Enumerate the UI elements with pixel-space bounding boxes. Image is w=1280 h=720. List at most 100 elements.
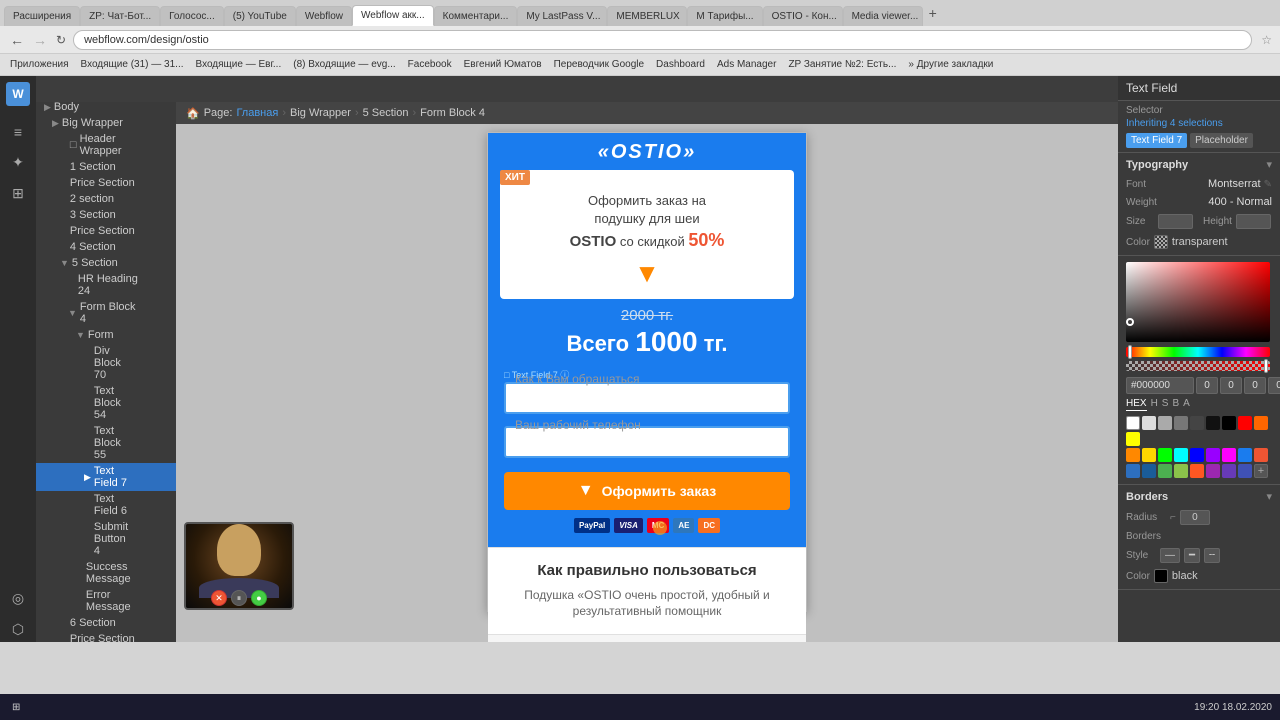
left-icon[interactable]: ✦ (8, 150, 28, 175)
selector-tab-placeholder[interactable]: Placeholder (1190, 133, 1253, 148)
alpha-handle[interactable] (1264, 359, 1268, 373)
border-style-none[interactable]: — (1160, 548, 1180, 563)
swatch[interactable] (1126, 464, 1140, 478)
swatch[interactable] (1142, 448, 1156, 462)
rgba-b[interactable] (1244, 377, 1266, 394)
bookmark[interactable]: Евгений Юматов (460, 59, 546, 70)
browser-tab-active[interactable]: Webflow акк... (352, 5, 434, 26)
swatch[interactable] (1238, 448, 1252, 462)
swatch[interactable] (1254, 448, 1268, 462)
height-input[interactable] (1236, 214, 1271, 229)
swatch[interactable] (1174, 464, 1188, 478)
browser-tab[interactable]: Webflow (296, 6, 352, 26)
webcam-pause-btn[interactable]: ⏸ (231, 590, 247, 606)
nav-item[interactable]: ▶ 4 Section (36, 239, 176, 255)
color-picker-handle[interactable] (1126, 318, 1134, 326)
rgba-r[interactable] (1196, 377, 1218, 394)
font-edit-icon[interactable]: ✎ (1264, 179, 1272, 190)
mode-s[interactable]: S (1162, 398, 1169, 411)
radius-input[interactable] (1180, 510, 1210, 525)
left-icon[interactable]: ≡ (10, 120, 26, 144)
mode-h[interactable]: H (1151, 398, 1158, 411)
nav-item-textfield7[interactable]: ▶ Text Field 7 (36, 463, 176, 491)
bookmark[interactable]: » Другие закладки (904, 59, 997, 70)
bookmark[interactable]: (8) Входящие — evg... (289, 59, 399, 70)
left-icon[interactable]: ◎ (8, 586, 28, 611)
rgba-a[interactable] (1268, 377, 1280, 394)
left-icon[interactable]: ⊞ (8, 181, 28, 206)
bookmark[interactable]: Входящие — Евг... (192, 59, 286, 70)
browser-tab[interactable]: Голосос... (160, 6, 224, 26)
nav-item[interactable]: ▶ Price Section (36, 175, 176, 191)
typography-header[interactable]: Typography ▾ (1118, 153, 1280, 176)
bookmark[interactable]: Входящие (31) — 31... (77, 59, 188, 70)
nav-item[interactable]: ▶ Text Block 54 (36, 383, 176, 423)
refresh-btn[interactable]: ↻ (54, 33, 68, 47)
bookmark[interactable]: Приложения (6, 59, 73, 70)
browser-tab[interactable]: MEMBERLUX (607, 6, 687, 26)
submit-button[interactable]: ▼ Оформить заказ (504, 472, 790, 510)
color-swatch-preview[interactable] (1154, 235, 1168, 249)
nav-item[interactable]: ▶ HR Heading 24 (36, 271, 176, 299)
swatch[interactable] (1190, 448, 1204, 462)
webcam-close-btn[interactable]: ✕ (211, 590, 227, 606)
back-btn[interactable]: ← (8, 32, 26, 48)
forward-btn[interactable]: → (31, 32, 49, 48)
browser-tab[interactable]: OSTIO - Кон... (763, 6, 843, 26)
swatch[interactable] (1126, 432, 1140, 446)
swatch[interactable] (1174, 416, 1188, 430)
nav-item[interactable]: ▶ Text Field 6 (36, 491, 176, 519)
border-style-dash[interactable]: ╌ (1204, 548, 1220, 563)
swatch[interactable] (1222, 416, 1236, 430)
nav-item[interactable]: ▶ Submit Button 4 (36, 519, 176, 559)
nav-item[interactable]: ▶ Body (36, 99, 176, 115)
swatch[interactable] (1142, 464, 1156, 478)
device-desktop-icon[interactable]: ⬛ (184, 81, 205, 97)
weight-value[interactable]: 400 - Normal (1208, 196, 1272, 208)
swatch[interactable] (1190, 416, 1204, 430)
nav-item[interactable]: ▶ Text Block 55 (36, 423, 176, 463)
swatch[interactable] (1126, 416, 1140, 430)
form-field-name[interactable] (504, 382, 790, 414)
new-tab-btn[interactable]: + (923, 2, 943, 24)
bookmark[interactable]: ZP Занятие №2: Есть... (784, 59, 900, 70)
selector-tab-textfield[interactable]: Text Field 7 (1126, 133, 1187, 148)
swatch[interactable] (1254, 416, 1268, 430)
breadcrumb-page-name[interactable]: Главная (236, 107, 278, 119)
nav-item[interactable]: ▶ 1 Section (36, 159, 176, 175)
device-mobile-sm-icon[interactable]: ▫ (252, 81, 262, 97)
mode-b[interactable]: B (1172, 398, 1179, 411)
publish-btn[interactable]: Publish (882, 81, 938, 97)
bookmark[interactable]: Facebook (404, 59, 456, 70)
swatch[interactable] (1206, 416, 1220, 430)
swatch[interactable] (1206, 464, 1220, 478)
swatch[interactable] (1238, 416, 1252, 430)
border-style-solid[interactable]: ━ (1184, 548, 1200, 563)
device-tablet-icon[interactable]: ▭ (209, 81, 226, 97)
swatch[interactable] (1158, 464, 1172, 478)
form-field-phone[interactable] (504, 426, 790, 458)
swatch[interactable] (1238, 464, 1252, 478)
font-value[interactable]: Montserrat (1146, 178, 1261, 190)
size-input[interactable] (1158, 214, 1193, 229)
swatch[interactable] (1206, 448, 1220, 462)
browser-tab[interactable]: Расширения (4, 6, 80, 26)
borders-header[interactable]: Borders ▾ (1118, 485, 1280, 508)
hex-input[interactable] (1126, 377, 1194, 394)
bookmark[interactable]: Переводчик Google (550, 59, 648, 70)
browser-tab[interactable]: ZP: Чат-Бот... (80, 6, 160, 26)
nav-item[interactable]: ▶ Success Message (36, 559, 176, 587)
nav-item-form[interactable]: ▼ Form (36, 327, 176, 343)
device-mobile-icon[interactable]: ▬ (230, 81, 248, 97)
hue-slider[interactable] (1126, 347, 1270, 357)
browser-tab[interactable]: My LastPass V... (517, 6, 607, 26)
swatch-plus[interactable]: + (1254, 464, 1268, 478)
webcam-record-btn[interactable]: ● (251, 590, 267, 606)
nav-item[interactable]: ▶ Error Message (36, 587, 176, 615)
swatch[interactable] (1158, 416, 1172, 430)
rgba-g[interactable] (1220, 377, 1242, 394)
browser-tab[interactable]: Media viewer... (843, 6, 923, 26)
nav-item[interactable]: ▶ 3 Section (36, 207, 176, 223)
breadcrumb-item[interactable]: 5 Section (363, 107, 409, 119)
color-gradient-area[interactable] (1126, 262, 1270, 342)
